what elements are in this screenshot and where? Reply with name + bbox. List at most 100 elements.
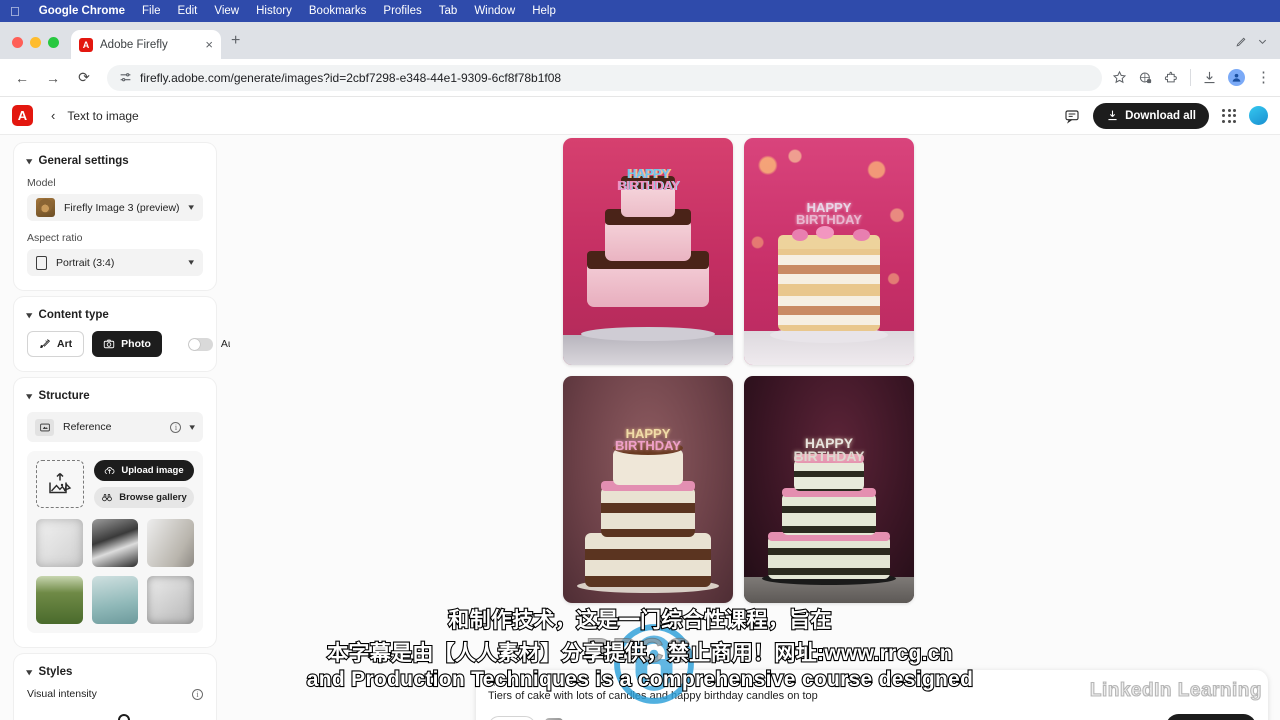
menu-item-google-chrome[interactable]: Google Chrome	[39, 5, 125, 17]
dunes-photo-thumbnail[interactable]	[91, 519, 139, 567]
portrait-ratio-icon	[36, 255, 47, 270]
reference-row[interactable]: Reference i ▾	[27, 412, 203, 442]
camera-icon	[103, 339, 115, 349]
pink-drip-tier-cake: HAPPY BIRTHDAY	[563, 138, 733, 365]
plus-icon[interactable]: +	[221, 32, 250, 59]
upload-image-label: Upload image	[121, 465, 184, 476]
generated-image-4[interactable]: HAPPY BIRTHDAY	[744, 376, 914, 603]
browser-tab-adobe-firefly[interactable]: A Adobe Firefly ×	[71, 30, 221, 59]
address-bar[interactable]: firefly.adobe.com/generate/images?id=2cb…	[107, 64, 1102, 91]
feedback-icon[interactable]	[1064, 108, 1080, 124]
maximize-window-button[interactable]	[48, 37, 59, 48]
download-all-label: Download all	[1125, 109, 1196, 122]
menu-item-file[interactable]: File	[142, 5, 161, 17]
adobe-logo[interactable]: A	[12, 105, 33, 126]
chevron-down-icon[interactable]	[1257, 36, 1268, 47]
breadcrumb: Text to image	[67, 108, 139, 123]
pen-icon[interactable]	[1235, 35, 1248, 48]
generated-image-1[interactable]: HAPPY BIRTHDAY	[563, 138, 733, 365]
generate-button[interactable]: Generate	[1166, 714, 1256, 720]
structure-title: Structure	[38, 390, 90, 402]
minimize-window-button[interactable]	[30, 37, 41, 48]
model-select[interactable]: Firefly Image 3 (preview) ▾	[27, 194, 203, 221]
info-icon[interactable]: i	[192, 688, 203, 700]
menu-item-history[interactable]: History	[256, 5, 292, 17]
auto-label: Auto	[220, 338, 230, 350]
prompt-label: Prompt	[488, 678, 516, 688]
menu-item-tab[interactable]: Tab	[439, 5, 458, 17]
menu-item-edit[interactable]: Edit	[178, 5, 198, 17]
chevron-down-icon: ▾	[26, 155, 33, 166]
apps-grid-icon[interactable]	[1222, 108, 1236, 123]
styles-title: Styles	[38, 666, 73, 678]
back-arrow-icon[interactable]: ←	[9, 65, 35, 91]
app-header: A ‹ Text to image Download all	[0, 97, 1280, 135]
menu-item-view[interactable]: View	[214, 5, 239, 17]
chevron-down-icon: ▾	[26, 666, 33, 677]
bird-sketch-thumbnail[interactable]	[36, 519, 83, 567]
adobe-favicon: A	[79, 37, 93, 52]
tab-title: Adobe Firefly	[100, 38, 168, 51]
model-label: Model	[27, 177, 56, 189]
user-avatar[interactable]	[1249, 106, 1268, 125]
download-icon[interactable]	[1202, 70, 1217, 85]
content-type-art-label: Art	[57, 338, 73, 350]
aspect-ratio-select[interactable]: Portrait (3:4) ▾	[27, 249, 203, 276]
reference-label: Reference	[63, 421, 112, 433]
browse-gallery-button[interactable]: Browse gallery	[94, 487, 194, 508]
apple-icon[interactable]: 	[10, 5, 20, 18]
sphere-still-life-thumbnail[interactable]	[91, 576, 139, 624]
dark-moody-tier-cake: HAPPY BIRTHDAY	[744, 376, 914, 603]
bookmark-star-icon[interactable]	[1112, 70, 1127, 85]
prompt-input[interactable]: Tiers of cake with lots of candles and h…	[488, 690, 1256, 702]
close-icon[interactable]: ×	[205, 38, 213, 51]
styles-header[interactable]: ▾ Styles	[26, 666, 203, 678]
visual-intensity-slider[interactable]	[27, 714, 203, 720]
interior-room-thumbnail[interactable]	[147, 519, 194, 567]
structure-reference-icon	[35, 418, 54, 436]
extensions-badge-icon[interactable]	[1138, 70, 1153, 85]
auto-toggle[interactable]	[187, 337, 213, 351]
content-type-header[interactable]: ▾ Content type	[26, 309, 203, 321]
chevron-left-icon[interactable]: ‹	[51, 108, 55, 123]
menu-item-help[interactable]: Help	[532, 5, 556, 17]
reload-icon[interactable]: ⟳	[71, 65, 97, 91]
close-window-button[interactable]	[12, 37, 23, 48]
menu-item-window[interactable]: Window	[474, 5, 515, 17]
browse-gallery-label: Browse gallery	[119, 492, 187, 503]
chevron-down-icon: ▾	[26, 390, 33, 401]
upload-image-button[interactable]: Upload image	[94, 460, 194, 481]
window-traffic-lights	[0, 37, 71, 59]
url-text: firefly.adobe.com/generate/images?id=2cb…	[140, 70, 562, 85]
download-icon	[1108, 110, 1117, 121]
menu-item-bookmarks[interactable]: Bookmarks	[309, 5, 367, 17]
generated-image-2[interactable]: HAPPY BIRTHDAY	[744, 138, 914, 365]
structure-header[interactable]: ▾ Structure	[26, 390, 203, 402]
aspect-ratio-value: Portrait (3:4)	[56, 256, 115, 269]
image-dropzone[interactable]	[36, 460, 84, 508]
generated-image-3[interactable]: HAPPY BIRTHDAY	[563, 376, 733, 603]
puzzle-piece-icon[interactable]	[1164, 70, 1179, 85]
upload-buttons: Upload image Browse gallery	[94, 460, 194, 508]
forward-arrow-icon[interactable]: →	[40, 65, 66, 91]
chevron-down-icon[interactable]: ▾	[190, 422, 196, 433]
owl-linework-thumbnail[interactable]	[147, 576, 194, 624]
general-settings-header[interactable]: ▾ General settings	[26, 155, 203, 167]
three-dot-menu-icon[interactable]: ⋮	[1256, 70, 1271, 85]
tune-icon[interactable]	[119, 71, 132, 84]
chevron-down-icon: ▾	[26, 309, 33, 320]
slider-knob[interactable]	[117, 714, 130, 720]
general-settings-card: ▾ General settings Model Firefly Image 3…	[14, 143, 216, 290]
info-icon[interactable]: i	[170, 421, 182, 433]
content-type-art-button[interactable]: Art	[27, 331, 85, 357]
menu-item-profiles[interactable]: Profiles	[383, 5, 421, 17]
browser-tab-strip: A Adobe Firefly × +	[0, 22, 1280, 59]
download-all-button[interactable]: Download all	[1093, 102, 1209, 129]
content-type-photo-button[interactable]: Photo	[92, 331, 162, 357]
app-header-actions: Download all	[1064, 102, 1268, 129]
binoculars-icon	[102, 494, 113, 502]
green-road-thumbnail[interactable]	[36, 576, 83, 624]
profile-avatar-icon[interactable]	[1228, 69, 1245, 86]
clear-button[interactable]: Clear	[488, 715, 536, 720]
upload-row: Upload image Browse gallery	[36, 460, 194, 508]
